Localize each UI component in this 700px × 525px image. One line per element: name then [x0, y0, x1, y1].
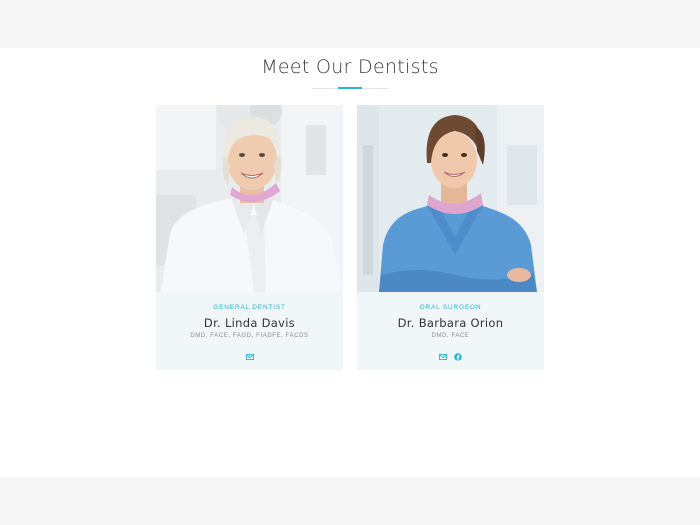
- dentist-card: GENERAL DENTIST Dr. Linda Davis DMD, FAC…: [156, 105, 343, 370]
- title-divider: [312, 87, 388, 89]
- dentist-photo: [357, 105, 544, 292]
- footer-band: [0, 477, 700, 525]
- social-links: [156, 348, 343, 360]
- dentist-role: ORAL SURGEON: [419, 304, 482, 311]
- dentist-credentials: DMD, FACE, FAGD, FIADFE, FACDS: [190, 333, 309, 339]
- dentist-name: Dr. Linda Davis: [203, 316, 296, 330]
- dentist-credentials: DMD, FACE: [431, 333, 470, 339]
- dentist-info: ORAL SURGEON Dr. Barbara Orion DMD, FACE: [357, 292, 544, 370]
- section-title: Meet Our Dentists: [261, 56, 439, 78]
- header-band: [0, 0, 700, 48]
- envelope-icon[interactable]: [439, 348, 447, 360]
- facebook-icon[interactable]: [454, 348, 462, 361]
- social-links: [357, 348, 544, 361]
- dentist-photo: [156, 105, 343, 292]
- title-divider-accent: [338, 87, 362, 89]
- envelope-icon[interactable]: [245, 348, 254, 360]
- dentist-info: GENERAL DENTIST Dr. Linda Davis DMD, FAC…: [156, 292, 343, 370]
- dentists-section: [0, 48, 700, 477]
- dentist-name: Dr. Barbara Orion: [397, 316, 504, 330]
- dentist-card: ORAL SURGEON Dr. Barbara Orion DMD, FACE: [357, 105, 544, 370]
- dentist-role: GENERAL DENTIST: [213, 304, 286, 311]
